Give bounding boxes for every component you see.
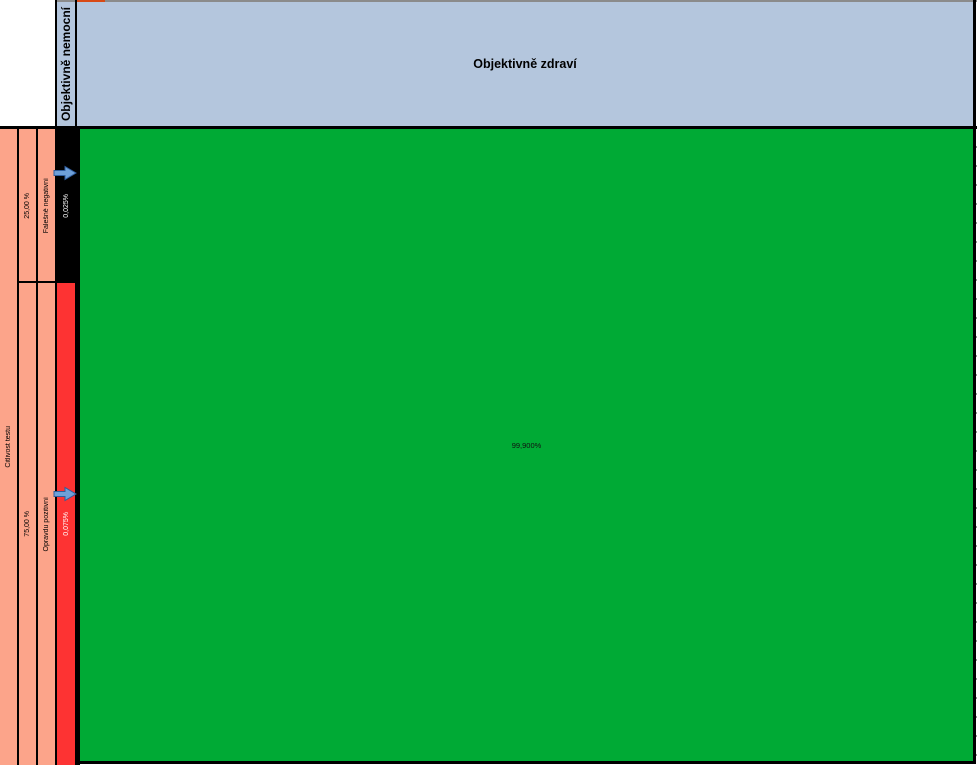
divider-line: [55, 0, 57, 129]
false-negative-share-label: 25,00 %: [24, 193, 31, 219]
header-cell-sick: Objektivně nemocní: [57, 2, 75, 126]
false-negative-name-cell: Falešně negativní: [38, 129, 55, 282]
sensitivity-axis-title: Citlivost testu: [5, 426, 12, 468]
sensitivity-axis-title-cell: Citlivost testu: [0, 129, 17, 765]
false-negative-value: 0,025%: [63, 194, 70, 218]
arrow-right-icon: [53, 165, 77, 181]
false-negative-share-cell: 25,00 %: [19, 129, 36, 282]
row-split-line: [19, 281, 55, 283]
divider-line: [77, 126, 80, 765]
true-negative-value: 99,900%: [512, 441, 542, 450]
header-label-healthy: Objektivně zdraví: [473, 57, 577, 71]
divider-line: [55, 129, 57, 765]
false-negative-cell: 0,025%: [57, 129, 75, 283]
divider-line: [36, 129, 38, 765]
true-positive-share-cell: 75,00 %: [19, 283, 36, 765]
header-label-sick: Objektivně nemocní: [59, 7, 73, 121]
true-positive-share-label: 75,00 %: [24, 511, 31, 537]
header-cell-healthy: Objektivně zdraví: [77, 2, 973, 126]
false-negative-name-label: Falešně negativní: [43, 178, 50, 233]
true-positive-value: 0,075%: [63, 512, 70, 536]
arrow-right-shape: [54, 488, 76, 501]
bayes-mosaic-chart: Objektivně nemocní Objektivně zdraví Cit…: [0, 0, 977, 765]
true-positive-cell: 0,075%: [57, 283, 75, 765]
true-negative-cell: 99,900%: [80, 129, 973, 761]
true-positive-name-label: Opravdu pozitivní: [43, 497, 50, 551]
bottom-border: [77, 761, 973, 764]
true-positive-name-cell: Opravdu pozitivní: [38, 283, 55, 765]
divider-line: [17, 129, 19, 765]
arrow-right-icon: [53, 486, 77, 502]
arrow-right-shape: [54, 167, 76, 180]
header-bottom-border: [0, 126, 977, 129]
